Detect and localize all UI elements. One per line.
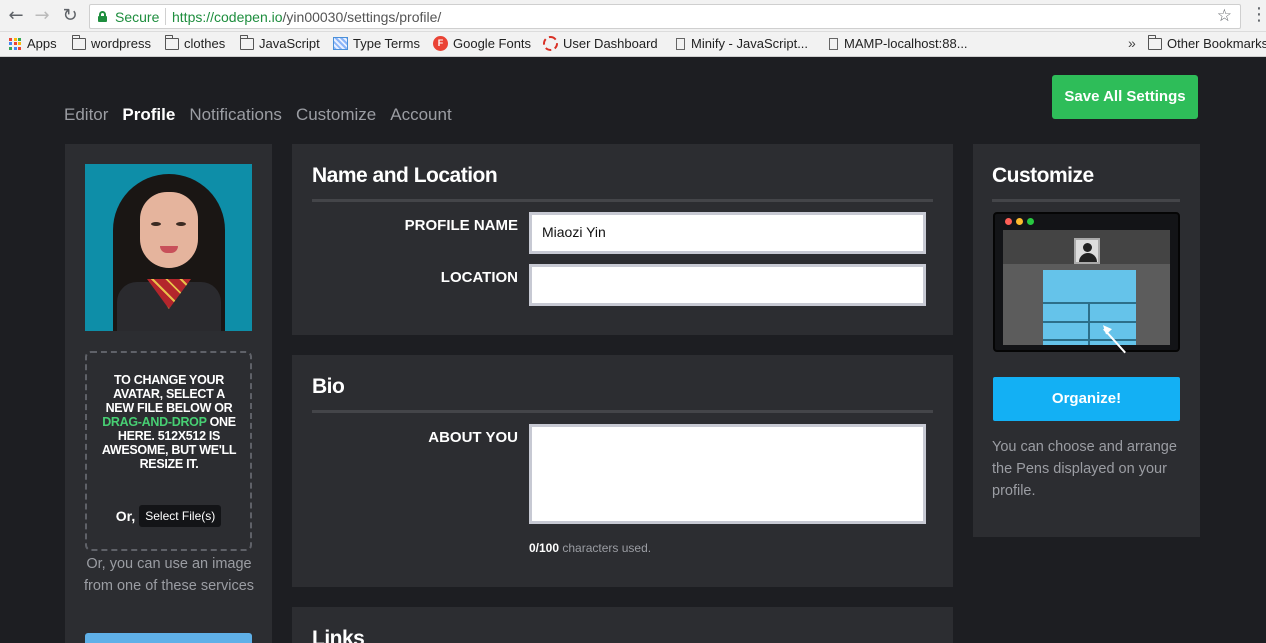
bookmark-star-icon[interactable]: ☆ (1217, 6, 1232, 26)
character-counter: 0/100 characters used. (529, 541, 651, 555)
name-location-panel: Name and Location PROFILE NAME Miaozi Yi… (292, 144, 953, 335)
apps-grid-icon (9, 37, 21, 50)
dropzone-instructions: TO CHANGE YOUR AVATAR, SELECT A NEW FILE… (99, 373, 239, 471)
browser-toolbar: ← → ↻ Secure https://codepen.io/yin00030… (0, 0, 1266, 32)
folder-icon (239, 34, 254, 50)
profile-layout-preview (993, 212, 1180, 354)
bookmark-mamp[interactable]: MAMP-localhost:88... (829, 36, 968, 51)
folder-icon (71, 34, 86, 50)
preview-screen (1003, 230, 1170, 354)
organize-button[interactable]: Organize! (993, 377, 1180, 421)
avatar-panel: TO CHANGE YOUR AVATAR, SELECT A NEW FILE… (65, 144, 272, 643)
about-you-textarea[interactable] (529, 424, 926, 524)
location-label: LOCATION (440, 269, 518, 286)
tab-profile[interactable]: Profile (122, 105, 175, 125)
folder-icon (164, 34, 179, 50)
customize-panel: Customize Organize! You can choose and a… (973, 144, 1200, 537)
bookmark-label: Other Bookmarks (1167, 36, 1266, 51)
url-host: https://codepen.io (172, 9, 283, 25)
url-separator (165, 8, 166, 25)
bookmark-label: MAMP-localhost:88... (844, 36, 968, 51)
window-maximize-dot (1027, 218, 1034, 225)
bio-panel: Bio ABOUT YOU 0/100 characters used. (292, 355, 953, 587)
url-path: /yin00030/settings/profile/ (282, 9, 442, 25)
bookmark-label: Minify - JavaScript... (691, 36, 809, 51)
bookmark-other[interactable]: Other Bookmarks (1147, 34, 1266, 51)
bookmark-label: JavaScript (259, 36, 320, 51)
bookmark-minify[interactable]: Minify - JavaScript... (676, 36, 808, 51)
panel-title: Links (312, 627, 365, 643)
browser-menu-icon[interactable]: ⋮ (1250, 5, 1266, 25)
lock-icon (98, 11, 107, 22)
dashed-circle-icon (543, 36, 558, 51)
select-files-row: Or, Select File(s) (87, 505, 250, 527)
bookmark-type-terms[interactable]: Type Terms (333, 36, 420, 51)
pen-grid-preview (1043, 270, 1136, 345)
links-panel: Links (292, 607, 953, 643)
page-icon (676, 37, 685, 50)
panel-divider (312, 199, 933, 202)
forward-arrow-icon[interactable]: → (31, 5, 53, 27)
bookmark-label: Apps (27, 36, 57, 51)
avatar (85, 164, 252, 331)
settings-tabs: Editor Profile Notifications Customize A… (64, 105, 452, 125)
bookmark-wordpress[interactable]: wordpress (71, 34, 151, 51)
page-icon (829, 37, 838, 50)
folder-icon (1147, 34, 1162, 50)
bookmark-javascript[interactable]: JavaScript (239, 34, 320, 51)
tab-notifications[interactable]: Notifications (189, 105, 282, 125)
char-count-value: 0/100 (529, 541, 560, 555)
save-all-settings-button[interactable]: Save All Settings (1052, 75, 1198, 119)
bookmark-clothes[interactable]: clothes (164, 34, 226, 51)
url-text: https://codepen.io/yin00030/settings/pro… (172, 9, 441, 25)
select-files-button[interactable]: Select File(s) (139, 505, 222, 527)
profile-name-label: PROFILE NAME (404, 217, 518, 234)
bookmark-label: clothes (184, 36, 226, 51)
or-label: Or, (115, 508, 136, 524)
window-minimize-dot (1016, 218, 1023, 225)
settings-page: Editor Profile Notifications Customize A… (0, 57, 1266, 643)
dropzone-text-start: TO CHANGE YOUR AVATAR, SELECT A NEW FILE… (105, 373, 233, 415)
services-text: Or, you can use an image from one of the… (83, 556, 255, 594)
user-icon (1074, 238, 1100, 264)
customize-description: You can choose and arrange the Pens disp… (992, 439, 1177, 499)
service-button[interactable] (85, 633, 252, 643)
avatar-dropzone[interactable]: TO CHANGE YOUR AVATAR, SELECT A NEW FILE… (85, 351, 252, 551)
preview-header (1003, 230, 1170, 264)
address-bar[interactable]: Secure https://codepen.io/yin00030/setti… (89, 4, 1241, 29)
reload-icon[interactable]: ↻ (59, 5, 81, 27)
panel-title: Name and Location (312, 164, 498, 187)
bookmark-apps[interactable]: Apps (9, 36, 57, 51)
location-input[interactable] (529, 264, 926, 306)
about-you-label: ABOUT YOU (428, 429, 518, 446)
tab-account[interactable]: Account (390, 105, 451, 125)
back-arrow-icon[interactable]: ← (5, 5, 27, 27)
secure-label: Secure (115, 9, 160, 25)
striped-page-icon (333, 37, 348, 50)
panel-title: Customize (992, 164, 1094, 187)
bookmark-label: wordpress (91, 36, 151, 51)
dropzone-text-highlight: DRAG-AND-DROP (102, 415, 207, 429)
bookmark-user-dashboard[interactable]: User Dashboard (543, 36, 658, 51)
bookmarks-overflow-icon[interactable]: » (1128, 35, 1136, 51)
bookmark-label: Type Terms (353, 36, 420, 51)
google-fonts-icon: F (433, 36, 448, 51)
bookmark-label: User Dashboard (563, 36, 658, 51)
bookmark-label: Google Fonts (453, 36, 532, 51)
char-count-suffix: characters used. (559, 541, 652, 555)
tab-editor[interactable]: Editor (64, 105, 108, 125)
panel-divider (312, 410, 933, 413)
bookmarks-bar: Apps wordpress clothes JavaScript Type T… (0, 32, 1266, 57)
window-close-dot (1005, 218, 1012, 225)
panel-divider (992, 199, 1180, 202)
profile-name-input[interactable]: Miaozi Yin (529, 212, 926, 254)
panel-title: Bio (312, 375, 345, 398)
bookmark-google-fonts[interactable]: F Google Fonts (433, 36, 531, 51)
tab-customize[interactable]: Customize (296, 105, 376, 125)
